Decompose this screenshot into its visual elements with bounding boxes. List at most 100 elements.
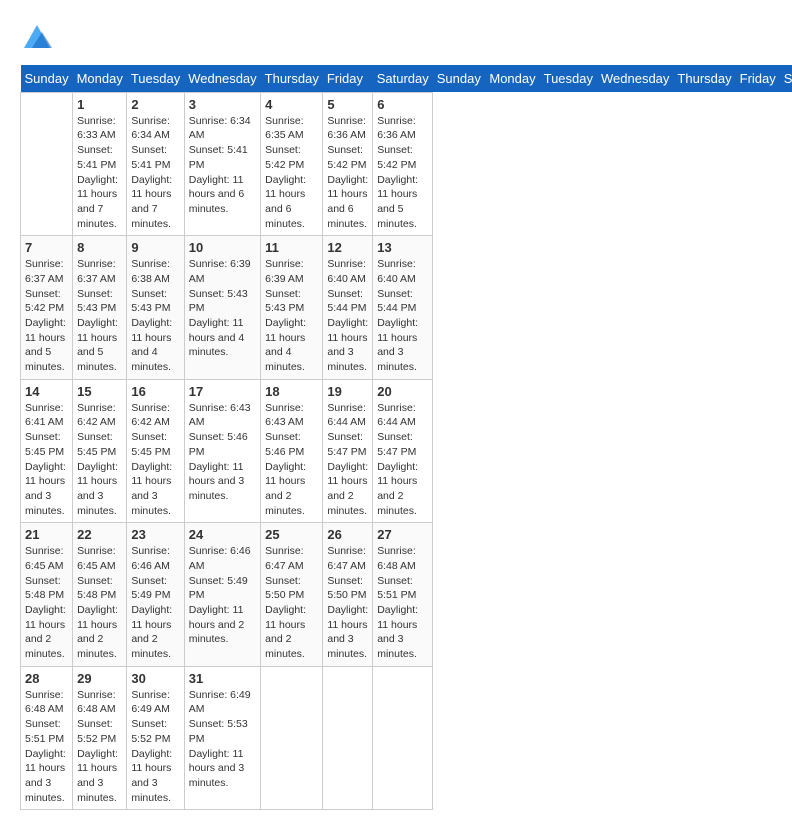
day-number: 14 [25, 384, 68, 399]
day-info: Sunrise: 6:42 AMSunset: 5:45 PMDaylight:… [131, 401, 179, 519]
day-number: 1 [77, 97, 122, 112]
day-info: Sunrise: 6:45 AMSunset: 5:48 PMDaylight:… [77, 544, 122, 662]
day-info: Sunrise: 6:39 AMSunset: 5:43 PMDaylight:… [265, 257, 318, 375]
day-info: Sunrise: 6:34 AMSunset: 5:41 PMDaylight:… [131, 114, 179, 232]
day-info: Sunrise: 6:47 AMSunset: 5:50 PMDaylight:… [327, 544, 368, 662]
day-info: Sunrise: 6:37 AMSunset: 5:43 PMDaylight:… [77, 257, 122, 375]
calendar-cell: 15 Sunrise: 6:42 AMSunset: 5:45 PMDayligh… [73, 379, 127, 523]
calendar-cell: 5Sunrise: 6:36 AMSunset: 5:42 PMDaylight… [323, 92, 373, 236]
day-info: Sunrise: 6:39 AMSunset: 5:43 PMDaylight:… [189, 257, 256, 360]
calendar-cell: 14 Sunrise: 6:41 AMSunset: 5:45 PMDayligh… [21, 379, 73, 523]
calendar-cell: 24 Sunrise: 6:46 AMSunset: 5:49 PMDayligh… [184, 523, 260, 667]
col-header-wednesday: Wednesday [597, 65, 673, 93]
calendar-cell: 28Sunrise: 6:48 AMSunset: 5:51 PMDayligh… [21, 666, 73, 810]
calendar-cell: 8 Sunrise: 6:37 AMSunset: 5:43 PMDaylight… [73, 236, 127, 380]
day-info: Sunrise: 6:44 AMSunset: 5:47 PMDaylight:… [377, 401, 428, 519]
day-number: 12 [327, 240, 368, 255]
calendar-cell: 16 Sunrise: 6:42 AMSunset: 5:45 PMDayligh… [127, 379, 184, 523]
day-number: 30 [131, 671, 179, 686]
day-info: Sunrise: 6:35 AMSunset: 5:42 PMDaylight:… [265, 114, 318, 232]
calendar-cell: 7 Sunrise: 6:37 AMSunset: 5:42 PMDaylight… [21, 236, 73, 380]
calendar-cell: 3 Sunrise: 6:34 AMSunset: 5:41 PMDaylight… [184, 92, 260, 236]
calendar-cell: 10Sunrise: 6:39 AMSunset: 5:43 PMDayligh… [184, 236, 260, 380]
day-number: 25 [265, 527, 318, 542]
day-number: 16 [131, 384, 179, 399]
day-info: Sunrise: 6:40 AMSunset: 5:44 PMDaylight:… [327, 257, 368, 375]
page-header [20, 20, 772, 55]
calendar-cell: 22 Sunrise: 6:45 AMSunset: 5:48 PMDayligh… [73, 523, 127, 667]
calendar-cell: 11 Sunrise: 6:39 AMSunset: 5:43 PMDayligh… [261, 236, 323, 380]
week-row-4: 28Sunrise: 6:48 AMSunset: 5:51 PMDayligh… [21, 666, 792, 810]
calendar-cell: 2 Sunrise: 6:34 AMSunset: 5:41 PMDaylight… [127, 92, 184, 236]
day-info: Sunrise: 6:33 AMSunset: 5:41 PMDaylight:… [77, 114, 122, 232]
day-info: Sunrise: 6:34 AMSunset: 5:41 PMDaylight:… [189, 114, 256, 217]
day-info: Sunrise: 6:42 AMSunset: 5:45 PMDaylight:… [77, 401, 122, 519]
day-info: Sunrise: 6:46 AMSunset: 5:49 PMDaylight:… [189, 544, 256, 647]
day-number: 6 [377, 97, 428, 112]
col-header-thursday: Thursday [673, 65, 735, 93]
day-number: 11 [265, 240, 318, 255]
calendar-cell [261, 666, 323, 810]
day-number: 20 [377, 384, 428, 399]
day-number: 22 [77, 527, 122, 542]
day-info: Sunrise: 6:36 AMSunset: 5:42 PMDaylight:… [377, 114, 428, 232]
calendar-cell: 29Sunrise: 6:48 AMSunset: 5:52 PMDayligh… [73, 666, 127, 810]
day-info: Sunrise: 6:48 AMSunset: 5:51 PMDaylight:… [25, 688, 68, 806]
calendar-cell: 26 Sunrise: 6:47 AMSunset: 5:50 PMDayligh… [323, 523, 373, 667]
day-number: 9 [131, 240, 179, 255]
week-row-2: 14 Sunrise: 6:41 AMSunset: 5:45 PMDayligh… [21, 379, 792, 523]
header-saturday: Saturday [373, 65, 433, 93]
calendar-cell: 20 Sunrise: 6:44 AMSunset: 5:47 PMDayligh… [373, 379, 433, 523]
day-info: Sunrise: 6:49 AMSunset: 5:52 PMDaylight:… [131, 688, 179, 806]
day-info: Sunrise: 6:43 AMSunset: 5:46 PMDaylight:… [189, 401, 256, 504]
day-number: 23 [131, 527, 179, 542]
calendar-cell: 18 Sunrise: 6:43 AMSunset: 5:46 PMDayligh… [261, 379, 323, 523]
header-row: SundayMondayTuesdayWednesdayThursdayFrid… [21, 65, 792, 93]
day-number: 18 [265, 384, 318, 399]
day-number: 7 [25, 240, 68, 255]
day-number: 5 [327, 97, 368, 112]
day-number: 3 [189, 97, 256, 112]
calendar-cell: 13Sunrise: 6:40 AMSunset: 5:44 PMDayligh… [373, 236, 433, 380]
day-info: Sunrise: 6:47 AMSunset: 5:50 PMDaylight:… [265, 544, 318, 662]
day-number: 19 [327, 384, 368, 399]
day-number: 31 [189, 671, 256, 686]
day-number: 26 [327, 527, 368, 542]
col-header-friday: Friday [736, 65, 780, 93]
calendar-cell: 6 Sunrise: 6:36 AMSunset: 5:42 PMDaylight… [373, 92, 433, 236]
day-info: Sunrise: 6:37 AMSunset: 5:42 PMDaylight:… [25, 257, 68, 375]
day-number: 15 [77, 384, 122, 399]
col-header-sunday: Sunday [433, 65, 486, 93]
week-row-0: 1 Sunrise: 6:33 AMSunset: 5:41 PMDaylight… [21, 92, 792, 236]
col-header-saturday: Saturday [780, 65, 792, 93]
header-sunday: Sunday [21, 65, 73, 93]
calendar-cell: 23Sunrise: 6:46 AMSunset: 5:49 PMDayligh… [127, 523, 184, 667]
day-number: 21 [25, 527, 68, 542]
day-number: 8 [77, 240, 122, 255]
calendar-cell: 30 Sunrise: 6:49 AMSunset: 5:52 PMDayligh… [127, 666, 184, 810]
day-number: 24 [189, 527, 256, 542]
col-header-monday: Monday [485, 65, 539, 93]
calendar-cell: 31 Sunrise: 6:49 AMSunset: 5:53 PMDayligh… [184, 666, 260, 810]
week-row-3: 21 Sunrise: 6:45 AMSunset: 5:48 PMDayligh… [21, 523, 792, 667]
calendar-cell: 19Sunrise: 6:44 AMSunset: 5:47 PMDayligh… [323, 379, 373, 523]
day-info: Sunrise: 6:49 AMSunset: 5:53 PMDaylight:… [189, 688, 256, 791]
day-info: Sunrise: 6:41 AMSunset: 5:45 PMDaylight:… [25, 401, 68, 519]
header-wednesday: Wednesday [184, 65, 260, 93]
day-number: 4 [265, 97, 318, 112]
day-info: Sunrise: 6:48 AMSunset: 5:51 PMDaylight:… [377, 544, 428, 662]
day-info: Sunrise: 6:43 AMSunset: 5:46 PMDaylight:… [265, 401, 318, 519]
calendar-cell: 27Sunrise: 6:48 AMSunset: 5:51 PMDayligh… [373, 523, 433, 667]
logo-icon [22, 20, 52, 50]
calendar-cell: 17 Sunrise: 6:43 AMSunset: 5:46 PMDayligh… [184, 379, 260, 523]
header-tuesday: Tuesday [127, 65, 184, 93]
day-number: 2 [131, 97, 179, 112]
day-number: 17 [189, 384, 256, 399]
calendar-cell [21, 92, 73, 236]
calendar-cell: 4 Sunrise: 6:35 AMSunset: 5:42 PMDaylight… [261, 92, 323, 236]
day-number: 13 [377, 240, 428, 255]
calendar-cell: 12 Sunrise: 6:40 AMSunset: 5:44 PMDayligh… [323, 236, 373, 380]
day-info: Sunrise: 6:48 AMSunset: 5:52 PMDaylight:… [77, 688, 122, 806]
calendar-cell: 25 Sunrise: 6:47 AMSunset: 5:50 PMDayligh… [261, 523, 323, 667]
col-header-tuesday: Tuesday [540, 65, 597, 93]
